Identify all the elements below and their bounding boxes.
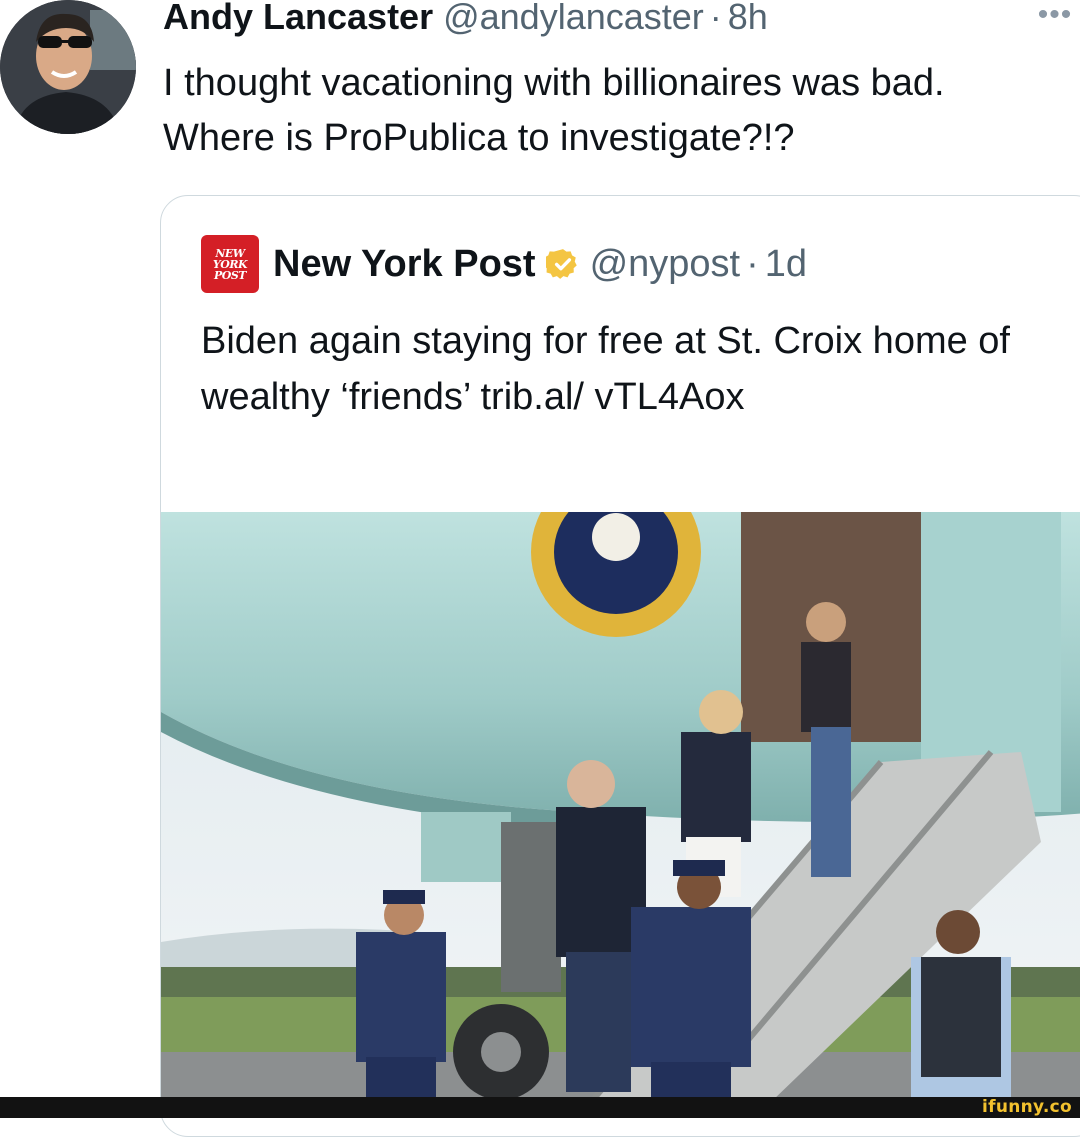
quoted-author-name[interactable]: New York Post <box>273 243 536 286</box>
landing-gear-door <box>421 812 511 882</box>
ifunny-watermark: ifunny.co <box>982 1097 1072 1117</box>
separator-dot: · <box>746 242 759 285</box>
tweet-header: Andy Lancaster @andylancaster · 8h <box>163 0 768 42</box>
air-force-one-photo[interactable] <box>161 512 1080 1102</box>
watermark-bar <box>0 1097 1080 1118</box>
avatar[interactable] <box>0 0 136 134</box>
author-name[interactable]: Andy Lancaster <box>163 0 433 38</box>
verified-badge-icon <box>545 249 577 279</box>
logo-line: POST <box>214 268 246 282</box>
tweet-time[interactable]: 8h <box>728 0 768 38</box>
logo-line: YORK <box>212 257 248 271</box>
tweet-text: I thought vacationing with billionaires … <box>163 62 945 159</box>
quoted-tweet-time[interactable]: 1d <box>765 243 807 286</box>
separator-dot: · <box>709 0 722 37</box>
quoted-tweet-text: Biden again staying for free at St. Croi… <box>201 320 1010 418</box>
quoted-tweet-header: NEW YORK POST New York Post @nypost · 1d <box>201 234 807 294</box>
landing-gear <box>501 822 561 992</box>
quoted-author-handle[interactable]: @nypost <box>590 243 741 286</box>
author-handle[interactable]: @andylancaster <box>443 0 704 38</box>
avatar-photo <box>0 0 136 134</box>
seal-eagle <box>592 513 640 561</box>
quoted-tweet-card[interactable]: NEW YORK POST New York Post @nypost · 1d… <box>160 195 1080 1137</box>
wheel-hub <box>481 1032 521 1072</box>
logo-line: NEW <box>215 246 245 260</box>
more-options-icon[interactable]: ••• <box>1030 0 1080 31</box>
nypost-logo-icon[interactable]: NEW YORK POST <box>201 235 259 293</box>
